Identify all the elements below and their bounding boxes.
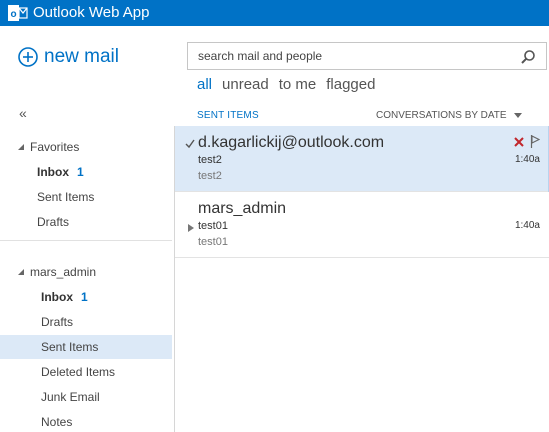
message-list: d.kagarlickij@outlook.com test2 test2 1:… — [174, 126, 549, 432]
expand-triangle-icon[interactable] — [188, 224, 194, 232]
folder-item-deleted-items[interactable]: Deleted Items — [0, 360, 172, 384]
message-subject: test01 — [198, 220, 228, 232]
delete-icon[interactable] — [514, 137, 524, 147]
checkmark-icon[interactable] — [185, 139, 195, 149]
new-mail-button[interactable]: new mail — [18, 44, 119, 70]
account-label: mars_admin — [30, 265, 97, 279]
top-bar: o Outlook Web App — [0, 0, 549, 26]
search-box — [187, 42, 547, 70]
new-mail-label: new mail — [44, 46, 119, 67]
message-sender: d.kagarlickij@outlook.com — [198, 134, 385, 151]
search-input[interactable] — [188, 43, 508, 69]
folder-title: SENT ITEMS — [197, 110, 259, 121]
favorites-item-drafts[interactable]: Drafts — [0, 210, 172, 234]
app-title[interactable]: Outlook Web App — [33, 3, 149, 23]
divider — [0, 240, 172, 241]
message-time: 1:40a — [514, 154, 540, 165]
filter-to-me[interactable]: to me — [279, 75, 317, 95]
folder-label: Junk Email — [41, 390, 100, 404]
folder-label: Inbox — [41, 290, 73, 304]
flag-icon[interactable] — [530, 135, 540, 148]
collapse-triangle-icon — [18, 269, 24, 275]
sort-label: CONVERSATIONS BY DATE — [376, 110, 507, 121]
folder-item-sent-items[interactable]: Sent Items — [0, 335, 172, 359]
folder-item-inbox[interactable]: Inbox 1 — [0, 285, 172, 309]
favorites-header[interactable]: Favorites — [18, 140, 79, 154]
folder-label: Notes — [41, 415, 73, 429]
folder-item-junk-email[interactable]: Junk Email — [0, 385, 172, 409]
message-sender: mars_admin — [198, 200, 287, 217]
folder-label: Sent Items — [37, 190, 95, 204]
svg-text:o: o — [10, 9, 16, 20]
folder-item-notes[interactable]: Notes — [0, 410, 172, 432]
collapse-triangle-icon — [18, 144, 24, 150]
unread-count: 1 — [81, 290, 88, 304]
filter-all[interactable]: all — [197, 75, 212, 95]
message-time: 1:40a — [514, 220, 540, 231]
search-icon[interactable] — [520, 49, 536, 65]
favorites-item-inbox[interactable]: Inbox 1 — [0, 160, 172, 184]
favorites-label: Favorites — [30, 140, 80, 154]
folder-item-drafts[interactable]: Drafts — [0, 310, 172, 334]
unread-count: 1 — [77, 165, 84, 179]
message-subject: test2 — [198, 154, 222, 166]
folder-label: Sent Items — [41, 340, 99, 354]
message-row[interactable]: d.kagarlickij@outlook.com test2 test2 1:… — [175, 126, 549, 192]
folder-label: Drafts — [41, 315, 74, 329]
message-preview: test01 — [198, 236, 228, 248]
outlook-logo-icon[interactable]: o — [8, 4, 28, 22]
folder-label: Drafts — [37, 215, 70, 229]
account-header[interactable]: mars_admin — [18, 265, 96, 279]
folder-label: Deleted Items — [41, 365, 116, 379]
message-preview: test2 — [198, 170, 222, 182]
plus-circle-icon — [18, 47, 38, 67]
collapse-pane-button[interactable]: « — [19, 106, 27, 120]
folder-label: Inbox — [37, 165, 69, 179]
sort-dropdown[interactable]: CONVERSATIONS BY DATE — [376, 110, 522, 121]
filter-unread[interactable]: unread — [222, 75, 269, 95]
filter-flagged[interactable]: flagged — [326, 75, 375, 95]
filter-bar: all unread to me flagged — [197, 75, 375, 95]
chevron-down-icon — [513, 113, 522, 118]
favorites-item-sent-items[interactable]: Sent Items — [0, 185, 172, 209]
message-row[interactable]: mars_admin test01 test01 1:40a — [175, 192, 549, 258]
